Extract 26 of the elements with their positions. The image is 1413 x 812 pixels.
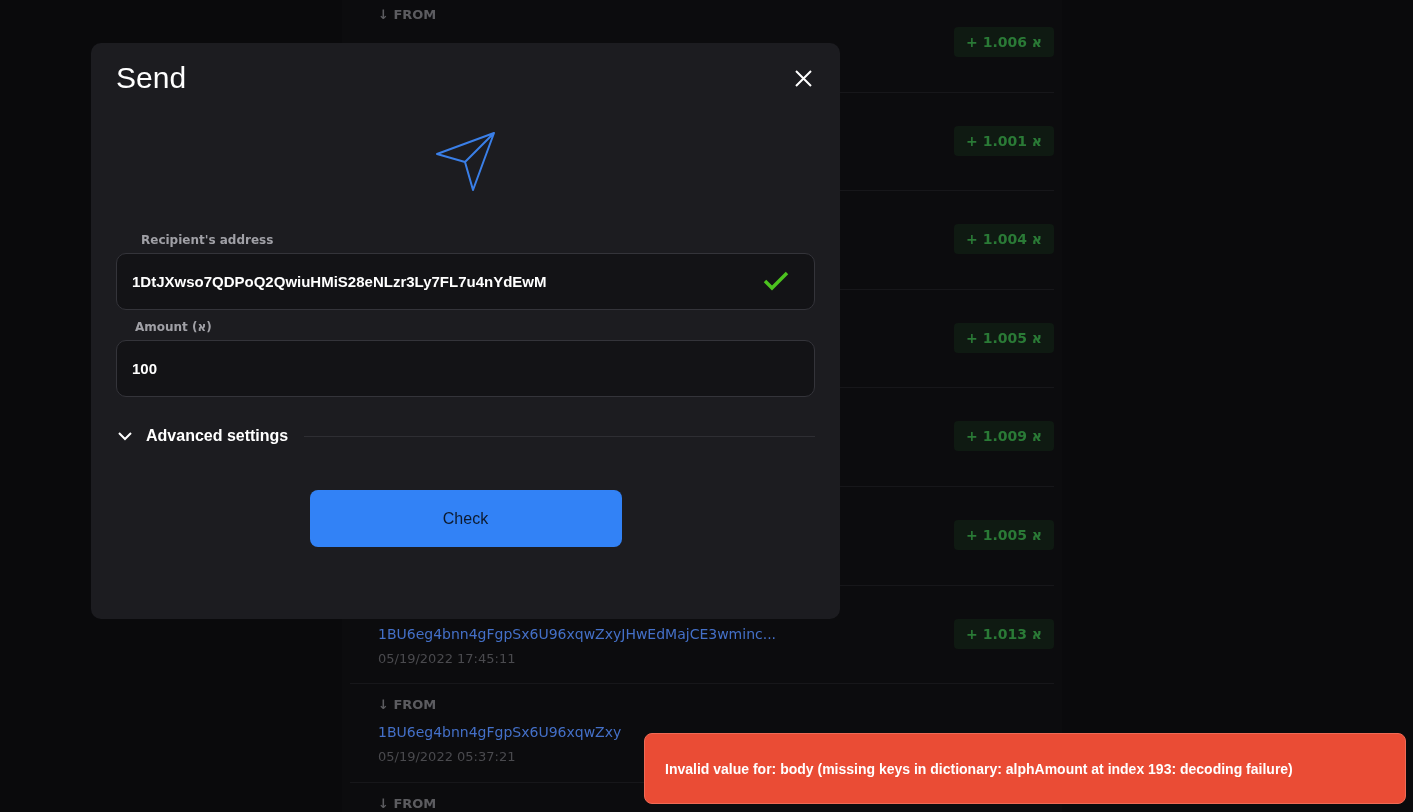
amount-field[interactable]: 100 bbox=[116, 340, 815, 397]
address-field[interactable]: 1DtJXwso7QDPoQ2QwiuHMiS28eNLzr3Ly7FL7u4nYdEwM bbox=[116, 253, 815, 310]
address-link[interactable]: 1BU6eg4bnn4gFgpSx6U96xqwZxy bbox=[378, 719, 622, 746]
amount-badge: + 1.005 א bbox=[954, 519, 1054, 550]
check-button[interactable]: Check bbox=[309, 490, 622, 547]
direction-label: ↓ FROM bbox=[378, 6, 438, 24]
close-icon bbox=[795, 69, 812, 87]
address-link[interactable]: 1BU6eg4bnn4gFgpSx6U96xqwZxyJHwEdMajCE3wminc... bbox=[378, 620, 777, 647]
date-text: 05/19/2022 05:37:21 bbox=[378, 748, 516, 767]
amount-badge: + 1.009 א bbox=[954, 421, 1054, 452]
advanced-settings-toggle[interactable]: Advanced settings bbox=[116, 427, 289, 445]
direction-label: ↓ FROM bbox=[378, 794, 438, 812]
amount-badge: + 1.001 א bbox=[954, 125, 1054, 156]
paper-plane-icon bbox=[434, 131, 497, 193]
amount-badge: + 1.013 א bbox=[954, 618, 1054, 649]
amount-badge: + 1.004 א bbox=[954, 224, 1054, 255]
field-label: Amount (א) bbox=[135, 320, 213, 334]
field-label: Recipient's address bbox=[141, 233, 275, 247]
amount-badge: + 1.006 א bbox=[954, 27, 1054, 57]
dialog-title: Send bbox=[116, 61, 187, 95]
amount-badge: + 1.005 א bbox=[954, 322, 1054, 353]
close-button[interactable] bbox=[795, 69, 812, 87]
chevron-icon bbox=[118, 431, 132, 441]
date-text: 05/19/2022 17:45:11 bbox=[378, 649, 516, 668]
error-toast: Invalid value for: body (missing keys in dictionary: alphAmount at index 193: decoding failure) bbox=[644, 733, 1406, 804]
direction-label: ↓ FROM bbox=[378, 696, 438, 715]
